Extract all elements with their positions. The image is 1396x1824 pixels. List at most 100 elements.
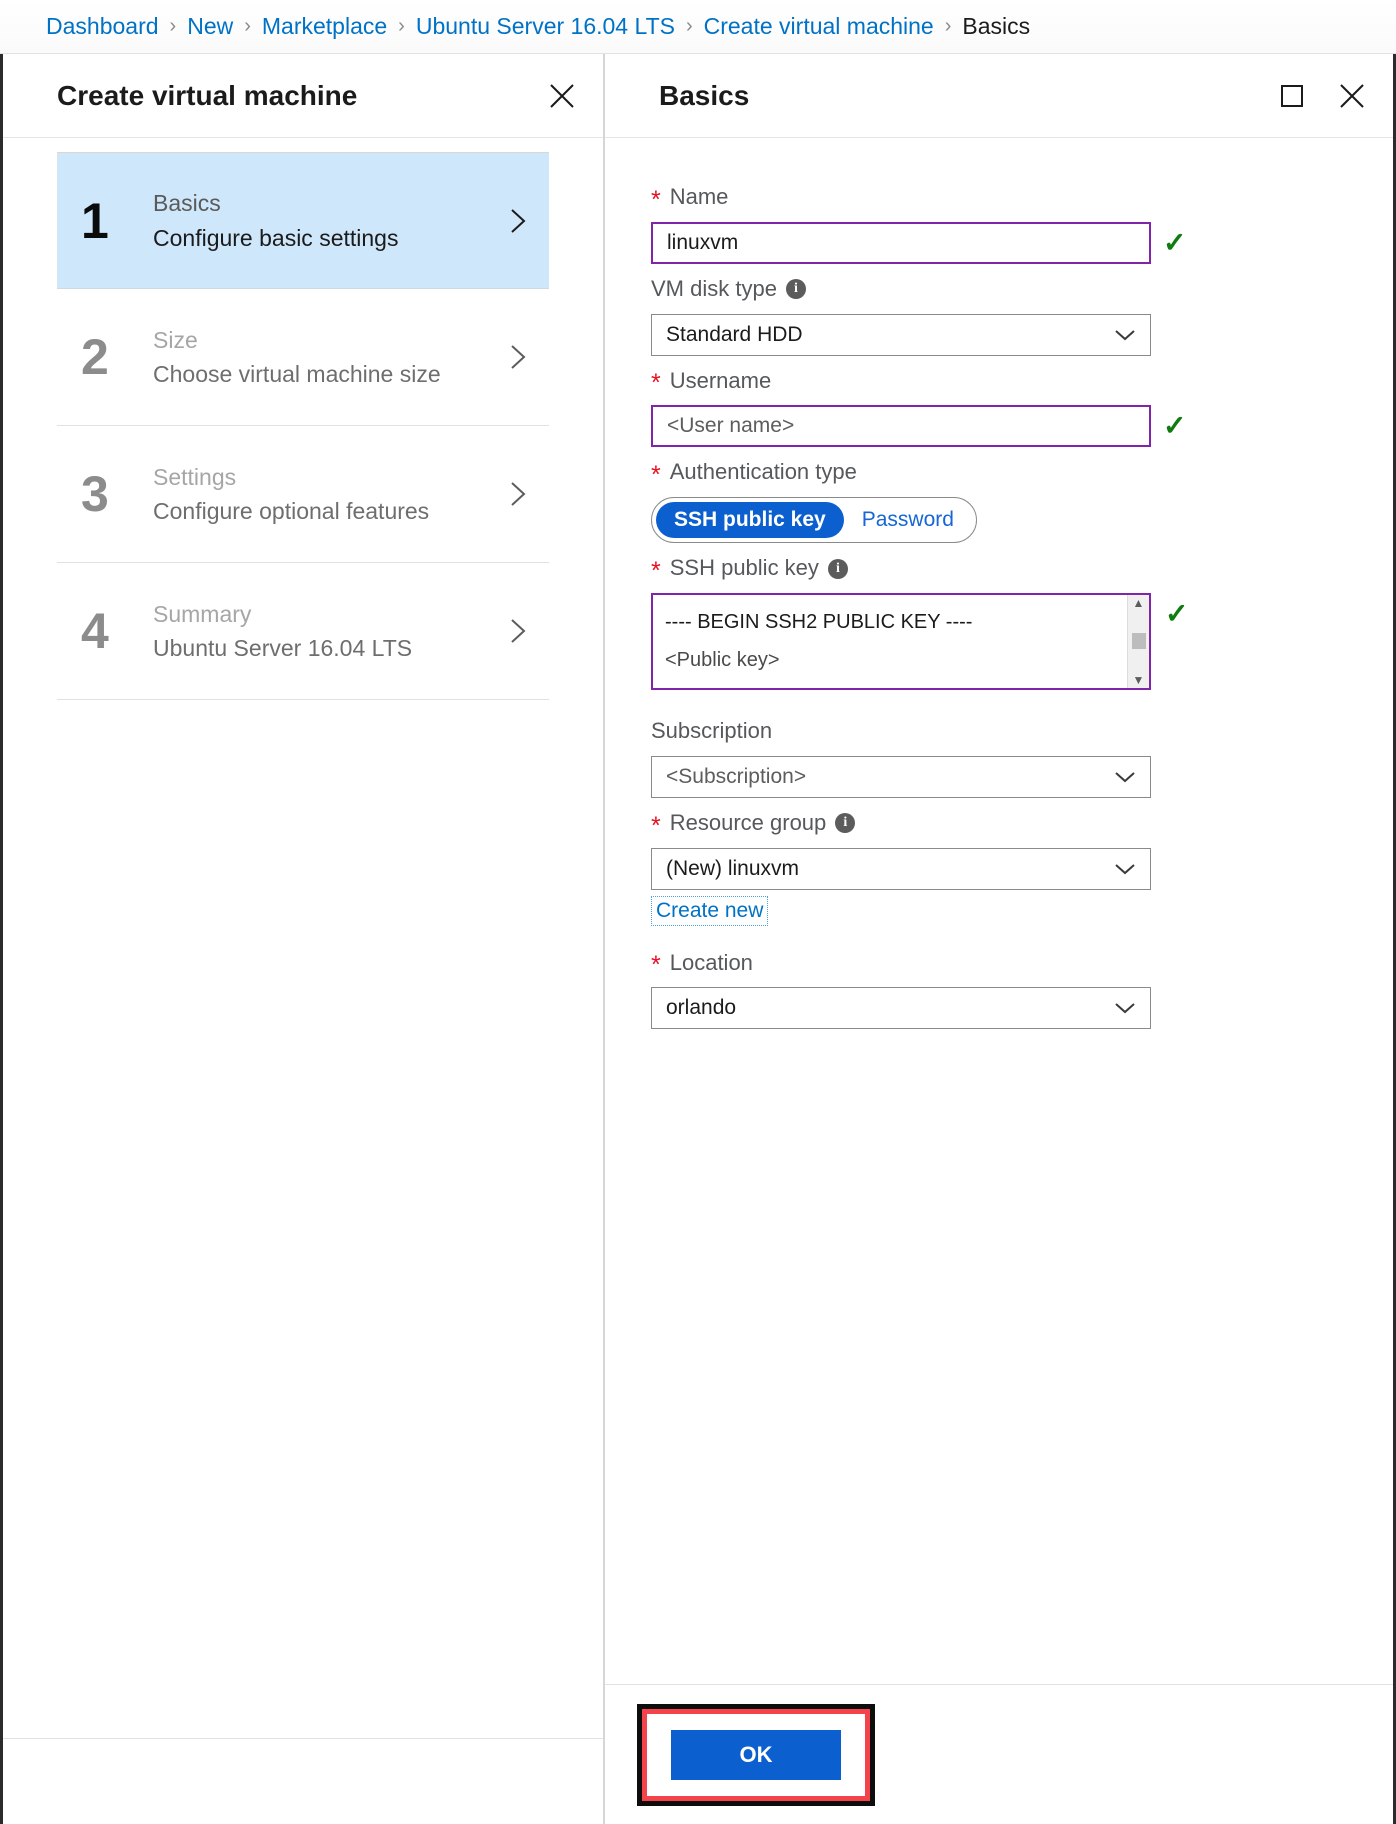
scroll-up-icon[interactable]: ▲ xyxy=(1133,597,1145,609)
left-blade-header: Create virtual machine xyxy=(3,54,603,138)
chevron-right-icon xyxy=(511,208,526,233)
wizard-step-settings[interactable]: 3 Settings Configure optional features xyxy=(57,426,549,563)
breadcrumb-separator-icon: › xyxy=(685,15,693,37)
breadcrumb-item-create-virtual-machine[interactable]: Create virtual machine xyxy=(704,13,934,40)
chevron-right-icon xyxy=(511,482,526,506)
label-text: Authentication type xyxy=(669,459,857,485)
required-asterisk: * xyxy=(651,369,661,398)
location-value: orlando xyxy=(666,996,737,1020)
field-subscription: Subscription <Subscription> xyxy=(651,716,1347,798)
breadcrumb-separator-icon: › xyxy=(398,15,405,37)
step-text: Settings Configure optional features xyxy=(153,460,505,529)
step-text: Basics Configure basic settings xyxy=(153,186,505,255)
step-text: Summary Ubuntu Server 16.04 LTS xyxy=(153,597,505,666)
step-number: 1 xyxy=(81,192,109,249)
ssh-public-key-textarea[interactable]: ---- BEGIN SSH2 PUBLIC KEY ---- <Public … xyxy=(651,592,1151,690)
field-ssh-public-key-label: * SSH public key i xyxy=(651,553,1347,584)
ssh-key-line-2: <Public key> xyxy=(665,648,780,671)
name-input[interactable]: linuxvm xyxy=(651,221,1151,264)
field-subscription-row: <Subscription> xyxy=(651,755,1347,798)
left-blade-title: Create virtual machine xyxy=(57,79,358,111)
ssh-key-line-1: ---- BEGIN SSH2 PUBLIC KEY ---- xyxy=(665,610,973,633)
field-location: * Location orlando xyxy=(651,948,1347,1030)
wizard-step-summary[interactable]: 4 Summary Ubuntu Server 16.04 LTS xyxy=(57,563,549,700)
close-button[interactable] xyxy=(1335,79,1369,113)
vm-disk-type-select[interactable]: Standard HDD xyxy=(651,313,1151,356)
basics-form: * Name linuxvm ✓ VM disk type i Standard… xyxy=(605,138,1393,1684)
auth-option-ssh-public-key[interactable]: SSH public key xyxy=(656,502,844,539)
chevron-down-icon xyxy=(1114,328,1136,342)
field-username-row: <User name> ✓ xyxy=(651,405,1347,448)
maximize-button[interactable] xyxy=(1275,79,1309,113)
required-asterisk: * xyxy=(651,951,661,980)
field-vm-disk-type: VM disk type i Standard HDD xyxy=(651,274,1347,356)
close-icon xyxy=(550,83,574,108)
label-text: Username xyxy=(669,367,772,393)
ssh-textarea-scrollbar[interactable]: ▲ ▼ xyxy=(1127,594,1149,688)
wizard-step-size[interactable]: 2 Size Choose virtual machine size xyxy=(57,289,549,426)
subscription-select[interactable]: <Subscription> xyxy=(651,755,1151,798)
info-icon[interactable]: i xyxy=(827,558,848,579)
breadcrumb-item-basics: Basics xyxy=(962,13,1031,39)
scroll-down-icon[interactable]: ▼ xyxy=(1133,674,1145,686)
valid-check-icon: ✓ xyxy=(1165,597,1189,629)
scrollbar-thumb[interactable] xyxy=(1131,633,1146,650)
create-virtual-machine-blade: Create virtual machine 1 Basics Configur… xyxy=(0,54,604,1824)
field-subscription-label: Subscription xyxy=(651,716,1347,747)
right-blade-header-actions xyxy=(1275,79,1369,113)
step-number: 2 xyxy=(81,329,109,385)
wizard-steps: 1 Basics Configure basic settings 2 Size… xyxy=(3,138,603,700)
username-input[interactable]: <User name> xyxy=(651,405,1151,448)
create-new-resource-group-link[interactable]: Create new xyxy=(651,895,769,926)
close-icon xyxy=(1340,83,1364,108)
required-asterisk: * xyxy=(651,557,661,586)
breadcrumb-separator-icon: › xyxy=(244,15,251,37)
field-name-row: linuxvm ✓ xyxy=(651,221,1347,264)
valid-check-icon: ✓ xyxy=(1163,410,1187,442)
right-blade-title: Basics xyxy=(659,79,750,111)
breadcrumb-separator-icon: › xyxy=(944,15,952,37)
label-text: Location xyxy=(669,949,753,975)
step-number: 3 xyxy=(81,466,109,522)
required-asterisk: * xyxy=(651,461,661,490)
ok-button[interactable]: OK xyxy=(671,1729,841,1780)
breadcrumb-separator-icon: › xyxy=(169,15,177,37)
field-location-row: orlando xyxy=(651,987,1347,1030)
breadcrumb-item-dashboard[interactable]: Dashboard xyxy=(46,13,159,40)
field-username: * Username <User name> ✓ xyxy=(651,366,1347,448)
field-resource-group-row: (New) linuxvm xyxy=(651,847,1347,890)
breadcrumb-item-new[interactable]: New xyxy=(187,13,233,40)
authentication-type-toggle: SSH public key Password xyxy=(651,497,977,544)
field-name-label: * Name xyxy=(651,182,1347,213)
required-asterisk: * xyxy=(651,811,661,840)
breadcrumb-item-ubuntu-server[interactable]: Ubuntu Server 16.04 LTS xyxy=(416,13,675,40)
auth-option-password[interactable]: Password xyxy=(844,502,972,538)
resource-group-value: (New) linuxvm xyxy=(666,856,800,880)
field-location-label: * Location xyxy=(651,948,1347,979)
required-asterisk: * xyxy=(651,185,661,214)
field-vm-disk-type-row: Standard HDD xyxy=(651,313,1347,356)
breadcrumb-item-marketplace[interactable]: Marketplace xyxy=(262,13,387,40)
step-number: 4 xyxy=(81,603,109,659)
label-text: Subscription xyxy=(651,717,773,743)
field-name: * Name linuxvm ✓ xyxy=(651,182,1347,264)
info-icon[interactable]: i xyxy=(785,279,806,300)
field-ssh-public-key-row: ---- BEGIN SSH2 PUBLIC KEY ---- <Public … xyxy=(651,592,1347,690)
ok-button-highlight-outer: OK xyxy=(637,1703,875,1806)
label-text: Name xyxy=(669,184,729,209)
location-select[interactable]: orlando xyxy=(651,987,1151,1030)
maximize-icon xyxy=(1281,84,1303,107)
field-authentication-type-row: SSH public key Password xyxy=(651,497,1347,544)
right-blade-header: Basics xyxy=(605,54,1393,138)
info-icon[interactable]: i xyxy=(835,813,856,834)
wizard-step-basics[interactable]: 1 Basics Configure basic settings xyxy=(57,152,549,289)
step-description: Configure basic settings xyxy=(153,224,399,251)
resource-group-select[interactable]: (New) linuxvm xyxy=(651,847,1151,890)
field-authentication-type: * Authentication type SSH public key Pas… xyxy=(651,457,1347,544)
field-vm-disk-type-label: VM disk type i xyxy=(651,274,1347,305)
step-title: Summary xyxy=(153,600,252,627)
ok-button-highlight-annotation: OK xyxy=(642,1708,870,1801)
step-title: Basics xyxy=(153,190,221,216)
chevron-down-icon xyxy=(1114,770,1136,784)
close-button[interactable] xyxy=(545,79,579,113)
